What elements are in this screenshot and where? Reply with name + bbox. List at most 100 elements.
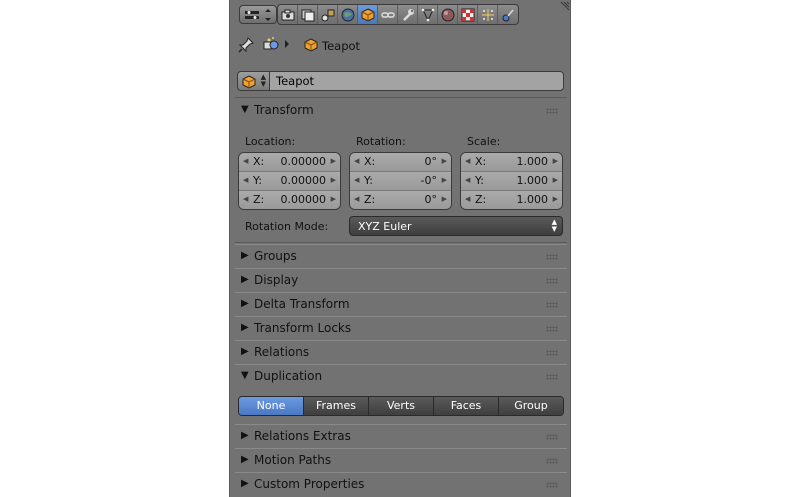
expanded-triangle-icon: ▼ (241, 370, 249, 381)
collapsed-triangle-icon: ▶ (241, 274, 249, 285)
location-z-field[interactable]: ◀ Z: 0.00000 ▶ (239, 191, 340, 209)
tab-object[interactable] (358, 5, 378, 24)
rotation-label: Rotation: (356, 135, 406, 148)
panel-title: Transform (254, 103, 314, 117)
divider (235, 97, 567, 98)
collapsed-triangle-icon: ▶ (241, 346, 249, 357)
area-corner-grip-icon[interactable] (560, 1, 570, 11)
dupli-faces-button[interactable]: Faces (434, 397, 499, 415)
location-label: Location: (245, 135, 296, 148)
world-icon (341, 8, 354, 21)
rotation-z-field[interactable]: ◀ Z: 0° ▶ (350, 191, 451, 209)
rotation-mode-value: XYZ Euler (358, 220, 412, 233)
panel-relations-header[interactable]: ▶ Relations (235, 340, 567, 363)
location-x-field[interactable]: ◀ X: 0.00000 ▶ (239, 153, 340, 172)
divider (235, 242, 567, 243)
rotation-mode-label: Rotation Mode: (245, 220, 329, 233)
panel-relations-extras-header[interactable]: ▶ Relations Extras (235, 424, 567, 447)
object-cube-icon (361, 7, 374, 22)
scale-label: Scale: (467, 135, 501, 148)
panel-groups-header[interactable]: ▶ Groups (235, 244, 567, 267)
expanded-triangle-icon: ▼ (241, 104, 249, 115)
pin-icon[interactable] (238, 37, 254, 53)
panel-title: Motion Paths (254, 453, 332, 467)
panel-delta-transform-header[interactable]: ▶ Delta Transform (235, 292, 567, 315)
constraint-icon (380, 11, 395, 18)
panel-title: Duplication (254, 369, 323, 383)
drag-grip-icon[interactable] (546, 374, 558, 380)
mesh-data-icon (421, 8, 434, 21)
tab-render[interactable] (278, 5, 298, 24)
render-layers-icon (301, 9, 314, 21)
tab-scene[interactable] (318, 5, 338, 24)
properties-header (230, 0, 570, 29)
tab-data[interactable] (418, 5, 438, 24)
context-tabs (277, 4, 519, 25)
panel-title: Delta Transform (254, 297, 350, 311)
drag-grip-icon[interactable] (546, 458, 558, 464)
drag-grip-icon[interactable] (546, 326, 558, 332)
tab-particles[interactable] (478, 5, 498, 24)
panel-title: Groups (254, 249, 297, 263)
drag-grip-icon[interactable] (546, 350, 558, 356)
object-browse-button[interactable]: ▲ ▼ (237, 71, 269, 91)
tab-material[interactable] (438, 5, 458, 24)
location-y-field[interactable]: ◀ Y: 0.00000 ▶ (239, 172, 340, 191)
panel-title: Custom Properties (254, 477, 365, 491)
location-fields: ◀ X: 0.00000 ▶ ◀ Y: 0.00000 ▶ ◀ Z: 0.00000 ▶ (238, 152, 341, 210)
scene-icon (321, 9, 334, 21)
scale-y-field[interactable]: ◀ Y: 1.000 ▶ (461, 172, 562, 191)
objects-context-icon (263, 37, 279, 50)
drag-grip-icon[interactable] (546, 108, 558, 114)
object-name-input[interactable]: Teapot (269, 71, 564, 91)
tab-world[interactable] (338, 5, 358, 24)
dupli-verts-button[interactable]: Verts (369, 397, 434, 415)
rotation-mode-dropdown[interactable]: XYZ Euler ▲ ▼ (349, 216, 563, 236)
dupli-group-button[interactable]: Group (499, 397, 563, 415)
dupli-none-button[interactable]: None (239, 397, 304, 415)
scale-z-field[interactable]: ◀ Z: 1.000 ▶ (461, 191, 562, 209)
properties-editor: Teapot ▲ ▼ Teapot ▼ Transform Location: R… (229, 0, 571, 497)
tab-physics[interactable] (498, 5, 518, 24)
panel-transform-header[interactable]: ▼ Transform (235, 99, 567, 122)
panel-title: Transform Locks (254, 321, 352, 335)
duplication-mode-selector: None Frames Verts Faces Group (238, 396, 564, 416)
up-down-arrows-icon: ▲ ▼ (551, 218, 557, 233)
collapsed-triangle-icon: ▶ (241, 298, 249, 309)
camera-icon (281, 9, 294, 20)
rotation-y-field[interactable]: ◀ Y: -0° ▶ (350, 172, 451, 191)
drag-grip-icon[interactable] (546, 302, 558, 308)
panel-custom-properties-header[interactable]: ▶ Custom Properties (235, 472, 567, 495)
rotation-fields: ◀ X: 0° ▶ ◀ Y: -0° ▶ ◀ Z: 0° ▶ (349, 152, 452, 210)
panel-title: Relations (254, 345, 310, 359)
breadcrumb-object-label: Teapot (322, 39, 361, 53)
panel-motion-paths-header[interactable]: ▶ Motion Paths (235, 448, 567, 471)
particles-icon (481, 8, 494, 21)
object-cube-icon (242, 75, 256, 89)
scale-fields: ◀ X: 1.000 ▶ ◀ Y: 1.000 ▶ ◀ Z: 1.000 ▶ (460, 152, 563, 210)
breadcrumb-arrow-icon (285, 40, 289, 48)
scale-x-field[interactable]: ◀ X: 1.000 ▶ (461, 153, 562, 172)
up-down-arrows-icon: ▲ ▼ (260, 73, 266, 88)
drag-grip-icon[interactable] (546, 278, 558, 284)
wrench-icon (402, 8, 414, 21)
drag-grip-icon[interactable] (546, 434, 558, 440)
panel-transform-locks-header[interactable]: ▶ Transform Locks (235, 316, 567, 339)
tab-constraints[interactable] (378, 5, 398, 24)
panel-display-header[interactable]: ▶ Display (235, 268, 567, 291)
panel-duplication-header[interactable]: ▼ Duplication (235, 364, 567, 387)
tab-texture[interactable] (458, 5, 478, 24)
drag-grip-icon[interactable] (546, 482, 558, 488)
collapsed-triangle-icon: ▶ (241, 478, 249, 489)
object-name-field: ▲ ▼ Teapot (237, 71, 564, 91)
rotation-x-field[interactable]: ◀ X: 0° ▶ (350, 153, 451, 172)
texture-checker-icon (461, 8, 474, 21)
tab-render-layers[interactable] (298, 5, 318, 24)
collapsed-triangle-icon: ▶ (241, 454, 249, 465)
object-cube-icon (304, 38, 318, 52)
dupli-frames-button[interactable]: Frames (304, 397, 369, 415)
collapsed-triangle-icon: ▶ (241, 430, 249, 441)
editor-type-button[interactable] (239, 5, 277, 24)
drag-grip-icon[interactable] (546, 254, 558, 260)
tab-modifiers[interactable] (398, 5, 418, 24)
